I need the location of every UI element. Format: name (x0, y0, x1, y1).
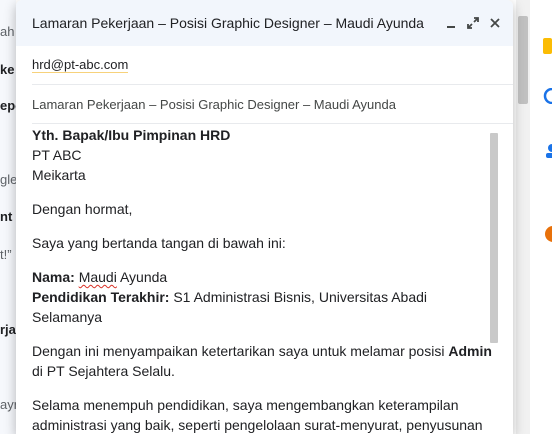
bg-text-fragment: ah (0, 24, 15, 39)
interest-text: Dengan ini menyampaikan ketertarikan say… (32, 343, 449, 359)
keep-icon[interactable] (543, 38, 552, 54)
name-value: Ayunda (116, 269, 168, 285)
expand-icon (467, 17, 479, 29)
compose-title: Lamaran Pekerjaan – Posisi Graphic Desig… (32, 15, 424, 31)
company-line: PT ABC (32, 147, 82, 163)
subject-field[interactable]: Lamaran Pekerjaan – Posisi Graphic Desig… (32, 85, 513, 124)
name-label: Nama: (32, 269, 75, 285)
tasks-icon[interactable] (543, 88, 552, 104)
background-mail-list: ah ke epo gle nt t!” rja ayr (0, 0, 16, 434)
recipient-chip[interactable]: hrd@pt-abc.com (32, 57, 129, 73)
experience-paragraph: Selama menempuh pendidikan, saya mengemb… (32, 397, 483, 433)
bg-text-fragment: nt (0, 209, 13, 224)
contacts-icon[interactable] (543, 142, 552, 158)
minimize-icon (447, 26, 455, 28)
city-line: Meikarta (32, 167, 86, 183)
bg-text-fragment: epo (0, 98, 16, 113)
recipient-line: Yth. Bapak/Ibu Pimpinan HRD (32, 127, 231, 143)
bg-text-fragment: ke (0, 62, 15, 77)
message-body[interactable]: Yth. Bapak/Ibu Pimpinan HRD PT ABC Meika… (32, 125, 492, 434)
compose-header-controls (443, 15, 503, 31)
bg-text-fragment: t!” (0, 247, 12, 262)
subject-text[interactable]: Lamaran Pekerjaan – Posisi Graphic Desig… (32, 97, 396, 112)
fullscreen-button[interactable] (465, 15, 481, 31)
to-field[interactable]: hrd@pt-abc.com (32, 46, 513, 85)
intro-paragraph: Saya yang bertanda tangan di bawah ini: (32, 235, 286, 251)
bg-text-fragment: gle (0, 172, 16, 187)
education-label: Pendidikan Terakhir: (32, 289, 170, 305)
minimize-button[interactable] (443, 15, 459, 31)
compose-header[interactable]: Lamaran Pekerjaan – Posisi Graphic Desig… (16, 0, 513, 46)
close-icon (490, 18, 500, 28)
name-value-misspelled: Maudi (78, 269, 117, 285)
position-name: Admin (448, 343, 492, 359)
greeting: Dengan hormat, (32, 201, 133, 217)
education-value: S1 Administrasi Bisnis, Universitas Abad… (169, 289, 428, 305)
page-scrollbar-thumb[interactable] (518, 16, 528, 104)
compose-window: Lamaran Pekerjaan – Posisi Graphic Desig… (16, 0, 513, 434)
addon-icon[interactable] (543, 226, 552, 242)
bg-text-fragment: ayr (0, 397, 16, 412)
education-value-cont: Selamanya (32, 309, 103, 325)
close-button[interactable] (487, 15, 503, 31)
body-scrollbar-thumb[interactable] (490, 133, 498, 343)
interest-company: di PT Sejahtera Selalu. (32, 363, 175, 379)
bg-text-fragment: rja (0, 322, 16, 337)
